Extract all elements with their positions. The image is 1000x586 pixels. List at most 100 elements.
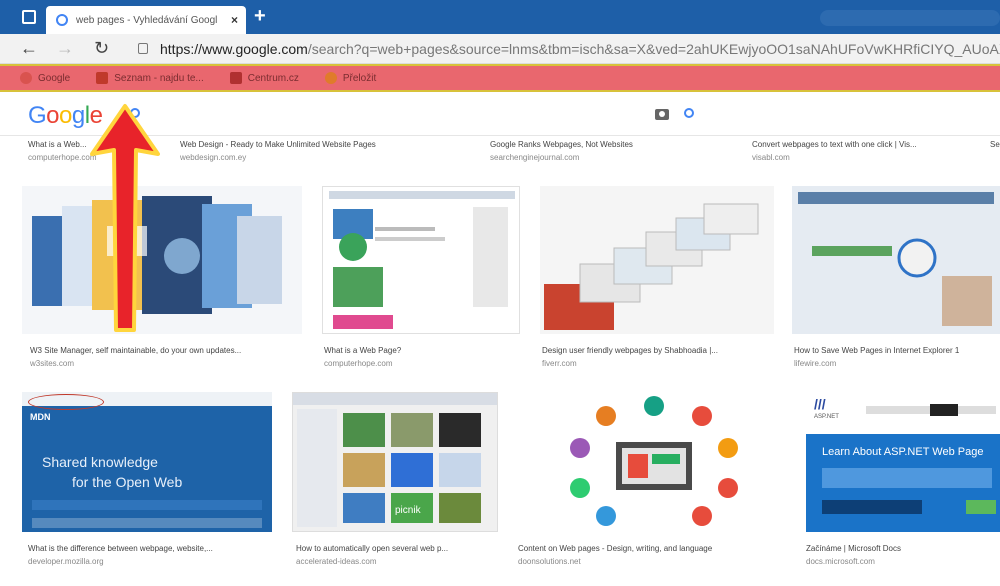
bookmark-label: Google (38, 72, 71, 84)
logo-letter: o (46, 102, 60, 129)
result-domain: computerhope.com (324, 359, 393, 368)
result-domain: webdesign.com.ey (180, 153, 247, 162)
new-tab-button[interactable]: + (254, 6, 266, 26)
tab-actions-icon[interactable] (22, 10, 36, 24)
browser-titlebar: web pages - Vyhledávání Googl × + (0, 0, 1000, 34)
url-path: /search?q=web+pages&source=lnms&tbm=isch… (307, 41, 1000, 57)
mdn-line2: for the Open Web (72, 474, 183, 490)
result-caption[interactable]: W3 Site Manager, self maintainable, do y… (30, 346, 300, 368)
result-title: What is a Web Page? (324, 346, 402, 355)
result-domain: searchenginejournal.com (490, 153, 580, 162)
highlight-ellipse (28, 394, 104, 410)
search-button-icon[interactable] (684, 108, 694, 118)
image-result-microsoft[interactable]: /// ASP.NET Learn About ASP.NET Web Page (806, 392, 1000, 532)
bookmark-icon (324, 72, 337, 84)
result-domain: docs.microsoft.com (806, 557, 875, 566)
result-caption[interactable]: How to automatically open several web p.… (296, 544, 502, 566)
forward-button[interactable]: → (56, 38, 74, 59)
image-result-accelerated[interactable]: picnik (292, 392, 498, 532)
result-domain: w3sites.com (30, 359, 75, 368)
result-caption[interactable]: What is the difference between webpage, … (28, 544, 278, 566)
result-title: How to automatically open several web p.… (296, 544, 449, 553)
aspnet-button-green (966, 500, 996, 514)
aspnet-icon: /// (814, 396, 826, 412)
aspnet-heading: Learn About ASP.NET Web Page (822, 446, 984, 458)
result-title: How to Save Web Pages in Internet Explor… (794, 346, 960, 355)
thumbnail-internet-explorer (792, 186, 1000, 334)
mdn-logo: MDN (30, 412, 51, 422)
result-title: W3 Site Manager, self maintainable, do y… (30, 346, 242, 355)
browser-tab[interactable]: web pages - Vyhledávání Googl × (46, 6, 246, 34)
result-domain: fiverr.com (542, 359, 577, 368)
thumbnail-web-page-diagram (329, 191, 515, 329)
camera-icon[interactable] (655, 109, 669, 120)
result-title: Se (990, 140, 1000, 149)
bookmarks-bar: Google Seznam - najdu te... Centrum.cz P… (0, 64, 1000, 92)
tab-title: web pages - Vyhledávání Googl (76, 14, 218, 26)
result-domain: developer.mozilla.org (28, 557, 104, 566)
url-host: https://www.google.com (160, 41, 308, 57)
aspnet-logo: ASP.NET (814, 414, 839, 420)
result-caption[interactable]: Se (990, 140, 1000, 149)
result-title: Convert webpages to text with one click … (752, 140, 917, 149)
bookmark-icon (229, 72, 242, 84)
red-arrow-annotation (90, 104, 160, 332)
result-domain: lifewire.com (794, 359, 837, 368)
result-caption[interactable]: Design user friendly webpages by Shabhoa… (542, 346, 778, 368)
mdn-footer (32, 518, 262, 528)
thumbnail-webpages-collage (22, 186, 302, 334)
bookmark-label: Seznam - najdu te... (114, 72, 204, 84)
result-domain: doonsolutions.net (518, 557, 581, 566)
logo-letter: G (28, 102, 47, 129)
result-title: Google Ranks Webpages, Not Websites (490, 140, 633, 149)
result-caption[interactable]: Web Design - Ready to Make Unlimited Web… (180, 140, 470, 162)
back-button[interactable]: ← (20, 38, 38, 59)
image-result-mdn[interactable]: MDN Shared knowledge for the Open Web (22, 392, 272, 532)
bookmark-google[interactable]: Google (20, 72, 70, 84)
logo-letter: g (71, 102, 85, 129)
tab-close-icon[interactable]: × (231, 13, 238, 27)
search-input[interactable] (110, 100, 720, 130)
result-domain: visabl.com (752, 153, 790, 162)
result-title: What is the difference between webpage, … (28, 544, 213, 553)
mdn-line1: Shared knowledge (42, 454, 158, 470)
picnik-text: picnik (395, 505, 422, 516)
result-title: Content on Web pages - Design, writing, … (518, 544, 713, 553)
image-result-fiverr[interactable] (540, 186, 774, 334)
image-result-computerhope[interactable] (322, 186, 520, 334)
address-bar: ← → ↻ https://www.google.com/search?q=we… (0, 34, 1000, 64)
bookmark-icon (96, 72, 109, 84)
result-caption[interactable]: How to Save Web Pages in Internet Explor… (794, 346, 1000, 368)
result-title: Začínáme | Microsoft Docs (806, 544, 901, 553)
aspnet-nav-active (930, 404, 958, 416)
thumbnail-stacked-pages (540, 186, 774, 334)
mdn-search-bar (32, 500, 262, 510)
thumbnail-many-tabs: picnik (293, 393, 497, 527)
titlebar-blur-area (820, 10, 1000, 26)
result-caption[interactable]: Content on Web pages - Design, writing, … (518, 544, 788, 566)
url-field[interactable]: https://www.google.com/search?q=web+page… (160, 41, 1000, 57)
image-result-lifewire[interactable] (792, 186, 1000, 334)
image-result-w3sites[interactable] (22, 186, 302, 334)
bookmark-label: Centrum.cz (247, 72, 299, 84)
result-caption[interactable]: What is a Web Page? computerhope.com (324, 346, 524, 368)
result-domain: accelerated-ideas.com (296, 557, 377, 566)
bookmark-icon (20, 72, 32, 84)
reload-button[interactable]: ↻ (94, 38, 109, 59)
image-result-doonsolutions[interactable] (516, 392, 786, 532)
result-caption[interactable]: Convert webpages to text with one click … (752, 140, 972, 162)
bookmark-centrum[interactable]: Centrum.cz (229, 72, 299, 84)
result-caption[interactable]: Google Ranks Webpages, Not Websites sear… (490, 140, 740, 162)
thumbnail-content-icons (570, 396, 738, 526)
bookmark-translate[interactable]: Přeložit (324, 72, 377, 84)
aspnet-body (822, 468, 992, 488)
bookmark-seznam[interactable]: Seznam - najdu te... (96, 72, 204, 84)
google-favicon-icon (56, 14, 68, 26)
bookmark-label: Přeložit (342, 72, 377, 84)
result-title: Web Design - Ready to Make Unlimited Web… (180, 140, 376, 149)
result-title: Design user friendly webpages by Shabhoa… (542, 346, 718, 355)
logo-letter: o (59, 102, 72, 129)
lock-icon (138, 43, 148, 54)
aspnet-button (822, 500, 922, 514)
result-caption[interactable]: Začínáme | Microsoft Docs docs.microsoft… (806, 544, 1000, 566)
